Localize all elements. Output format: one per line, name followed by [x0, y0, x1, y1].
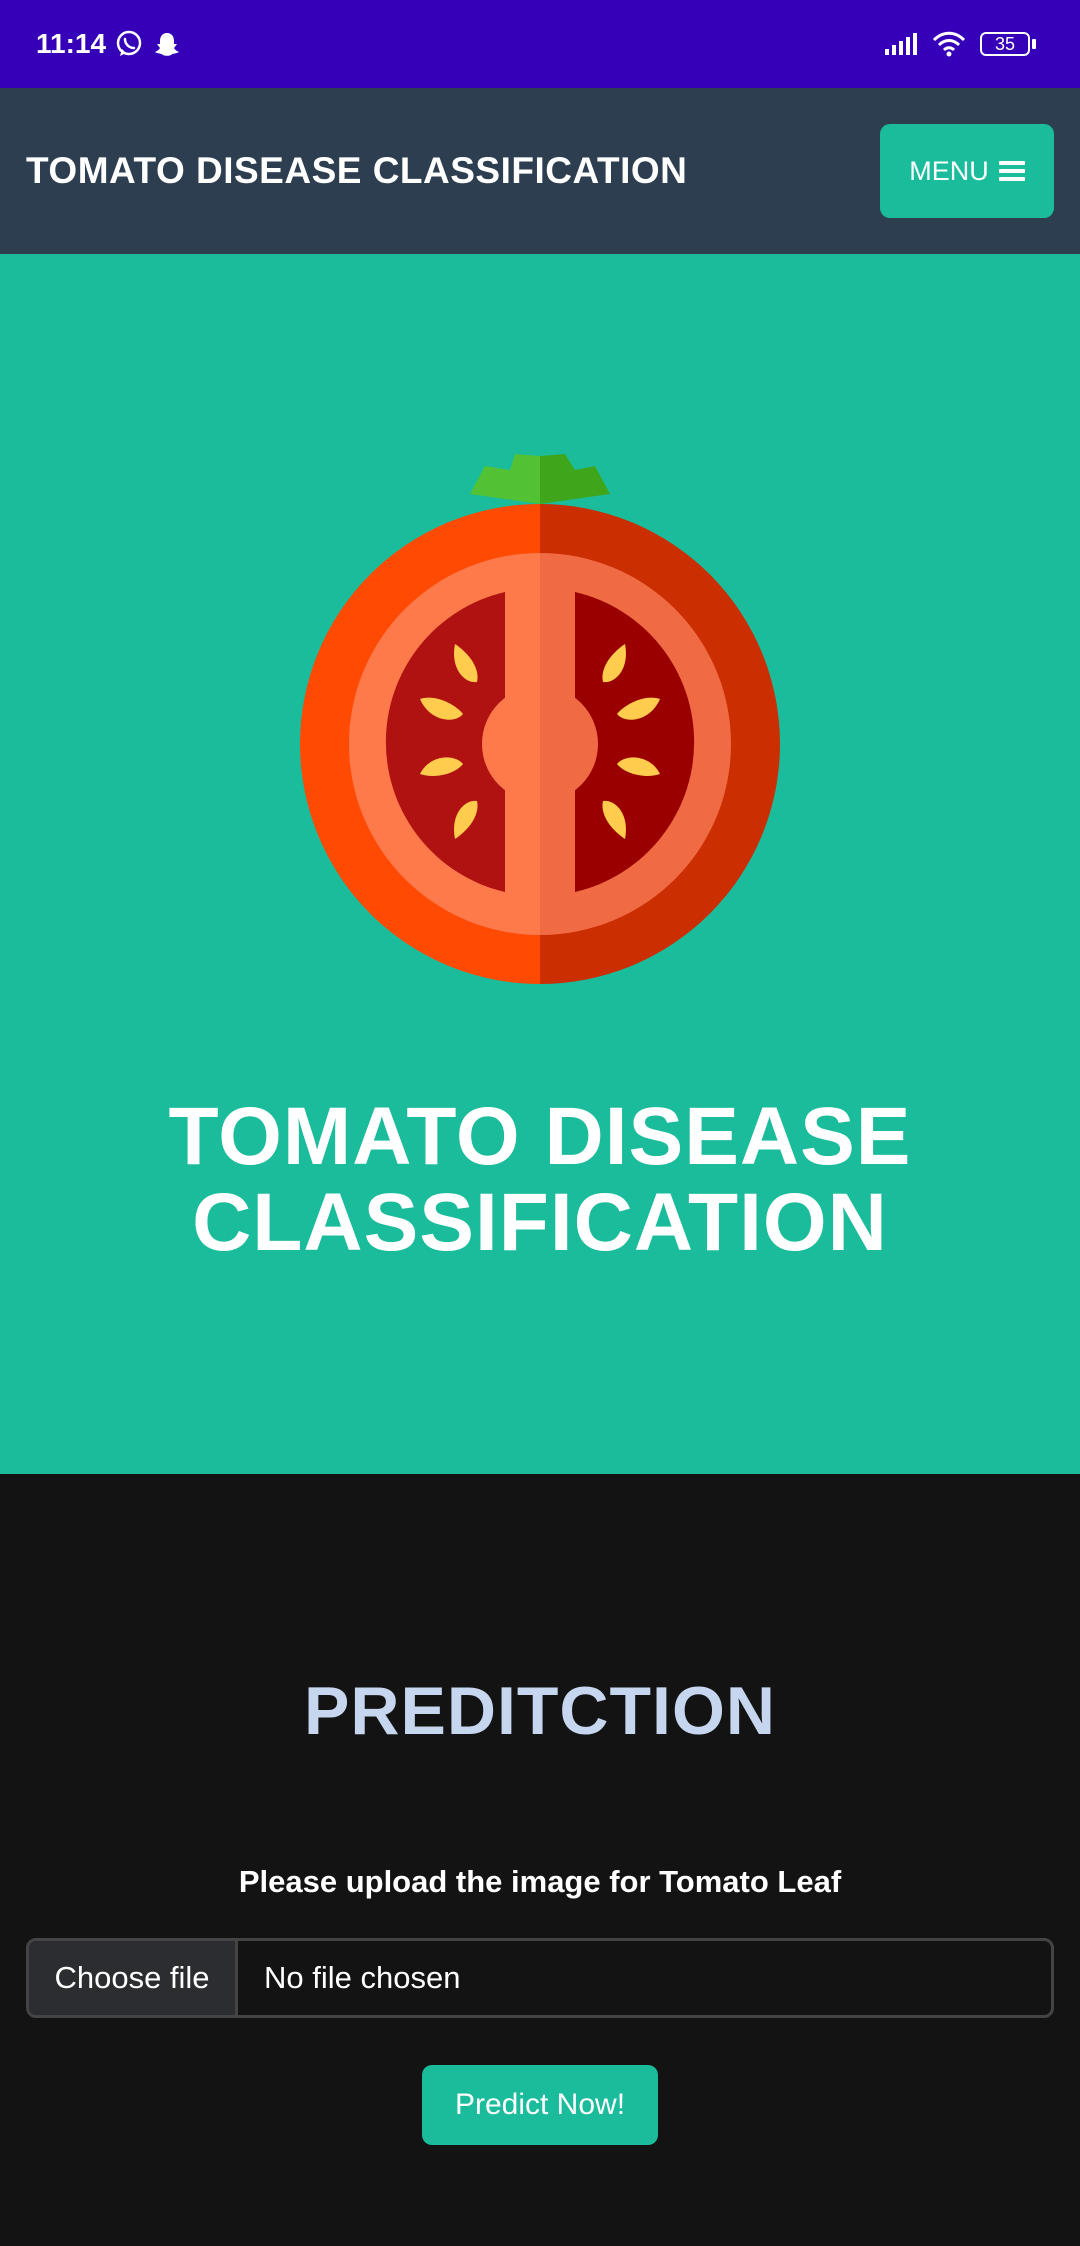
snapchat-icon: [155, 33, 180, 56]
battery-level: 35: [980, 32, 1030, 56]
hamburger-icon: [998, 161, 1025, 181]
tomato-icon: [300, 454, 780, 984]
upload-label: Please upload the image for Tomato Leaf: [238, 1864, 842, 1899]
status-right: 35: [884, 31, 1036, 57]
menu-button[interactable]: MENU: [880, 124, 1054, 218]
predict-now-button[interactable]: Predict Now!: [422, 2065, 658, 2145]
choose-file-button[interactable]: Choose file: [29, 1941, 238, 2015]
wifi-icon: [932, 31, 966, 57]
prediction-section: PREDITCTION Please upload the image for …: [0, 1474, 1080, 2246]
hero-title-line1: TOMATO DISEASE: [168, 1091, 912, 1182]
top-navbar: TOMATO DISEASE CLASSIFICATION MENU: [0, 88, 1080, 254]
whatsapp-icon: [116, 30, 142, 56]
status-bar: 11:14 35: [0, 0, 1080, 88]
hero-title-line2: CLASSIFICATION: [192, 1177, 888, 1268]
status-left: 11:14: [36, 28, 182, 60]
menu-label: MENU: [909, 155, 989, 186]
file-input[interactable]: Choose file No file chosen: [26, 1938, 1054, 2018]
status-time: 11:14: [36, 28, 107, 59]
navbar-brand[interactable]: TOMATO DISEASE CLASSIFICATION: [26, 150, 687, 192]
battery-icon: 35: [980, 32, 1036, 56]
hero-section: TOMATO DISEASE CLASSIFICATION: [0, 254, 1080, 1474]
signal-icon: [885, 33, 917, 55]
file-status-text: No file chosen: [264, 1960, 461, 1995]
hero-title: TOMATO DISEASE CLASSIFICATION: [0, 1094, 1080, 1266]
prediction-title: PREDITCTION: [304, 1673, 776, 1749]
